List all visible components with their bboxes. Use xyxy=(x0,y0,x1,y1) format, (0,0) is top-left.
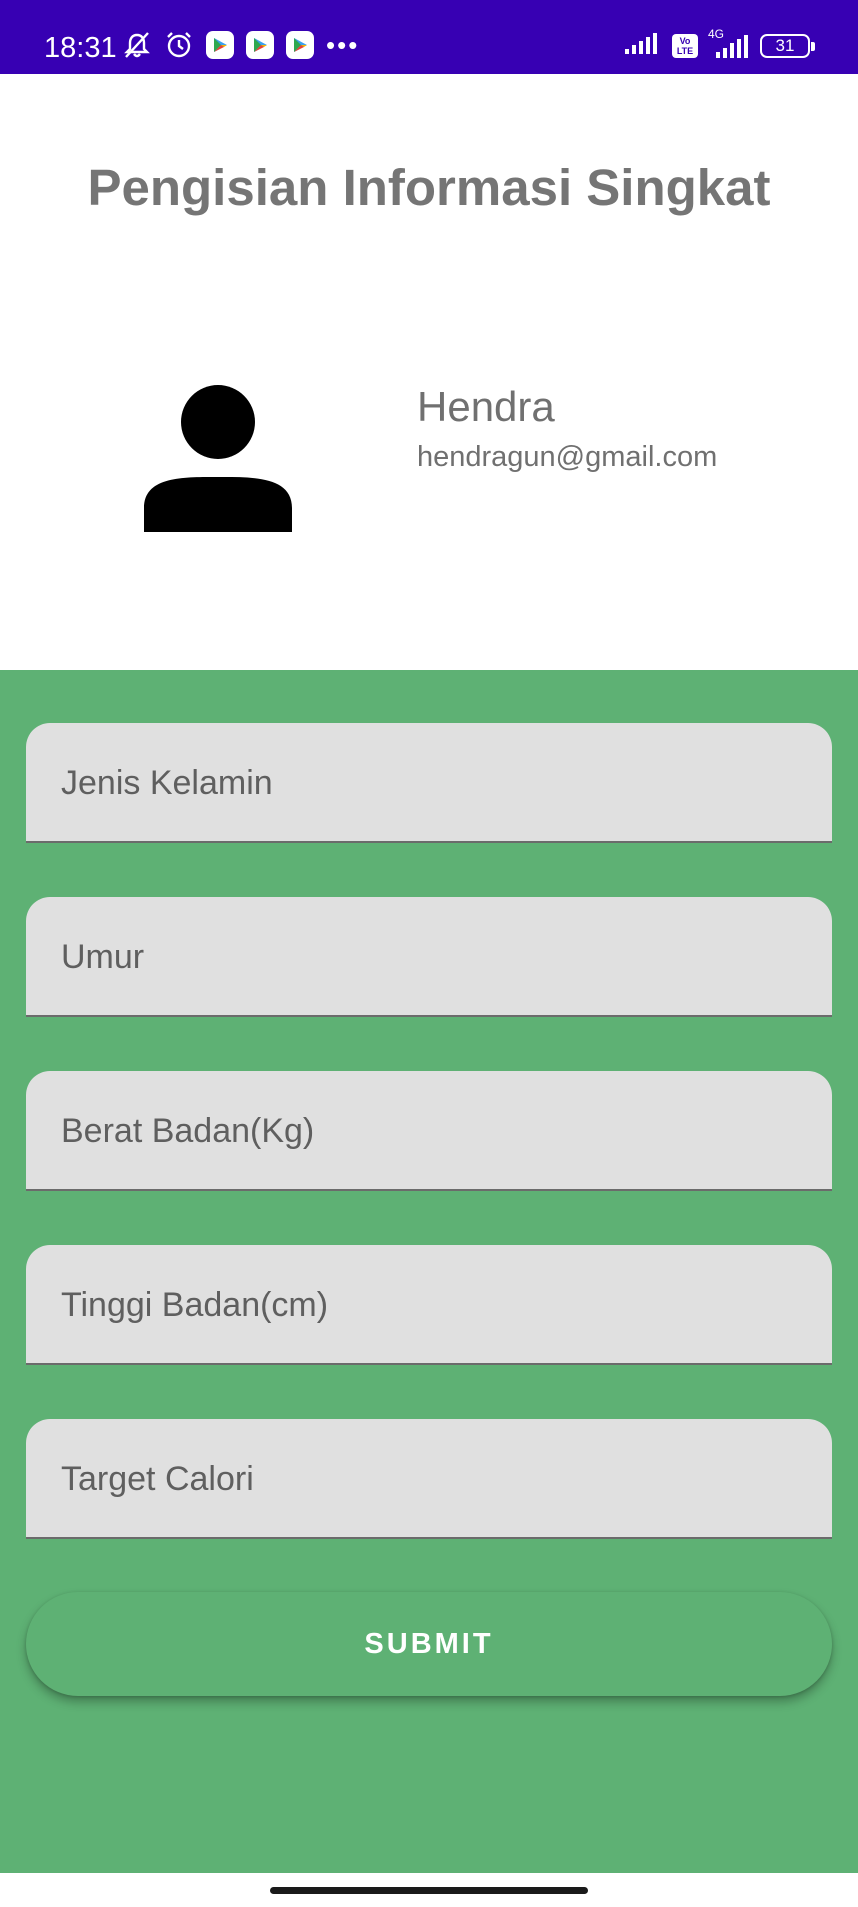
battery-level: 31 xyxy=(775,35,795,55)
user-email: hendragun@gmail.com xyxy=(417,441,718,473)
submit-button[interactable]: SUBMIT xyxy=(26,1592,832,1696)
more-dots-icon: ••• xyxy=(326,30,360,60)
calorie-target-field[interactable]: Target Calori xyxy=(26,1419,832,1539)
play-store-icon xyxy=(206,31,234,59)
system-status-icons: Vo LTE 4G 31 xyxy=(624,27,815,60)
weight-field[interactable]: Berat Badan(Kg) xyxy=(26,1071,832,1191)
notification-icons: ••• xyxy=(122,30,359,60)
status-time: 18:31 xyxy=(44,32,117,64)
mute-notification-icon xyxy=(122,30,152,60)
signal-4g-icon: 4G xyxy=(708,27,750,59)
volte-line1: Vo xyxy=(679,35,691,46)
signal-icon xyxy=(624,31,662,60)
volte-line2: LTE xyxy=(676,45,694,56)
calorie-target-field-placeholder: Target Calori xyxy=(61,1460,254,1498)
age-field[interactable]: Umur xyxy=(26,897,832,1017)
weight-field-placeholder: Berat Badan(Kg) xyxy=(61,1112,315,1150)
play-store-icon xyxy=(246,31,274,59)
person-icon xyxy=(144,384,292,532)
height-field-placeholder: Tinggi Badan(cm) xyxy=(61,1286,329,1324)
gender-field-placeholder: Jenis Kelamin xyxy=(61,764,273,802)
navigation-bar xyxy=(0,1873,858,1907)
height-field[interactable]: Tinggi Badan(cm) xyxy=(26,1245,832,1365)
page-title: Pengisian Informasi Singkat xyxy=(87,159,771,216)
gender-field[interactable]: Jenis Kelamin xyxy=(26,723,832,843)
volte-icon: Vo LTE xyxy=(672,33,698,58)
status-bar: 18:31 ••• Vo LTE 4G 31 xyxy=(0,0,858,74)
age-field-placeholder: Umur xyxy=(61,938,145,976)
user-name: Hendra xyxy=(417,383,555,430)
play-store-icon xyxy=(286,31,314,59)
alarm-icon xyxy=(164,30,194,60)
home-indicator[interactable] xyxy=(270,1887,588,1894)
battery-icon: 31 xyxy=(760,33,815,58)
